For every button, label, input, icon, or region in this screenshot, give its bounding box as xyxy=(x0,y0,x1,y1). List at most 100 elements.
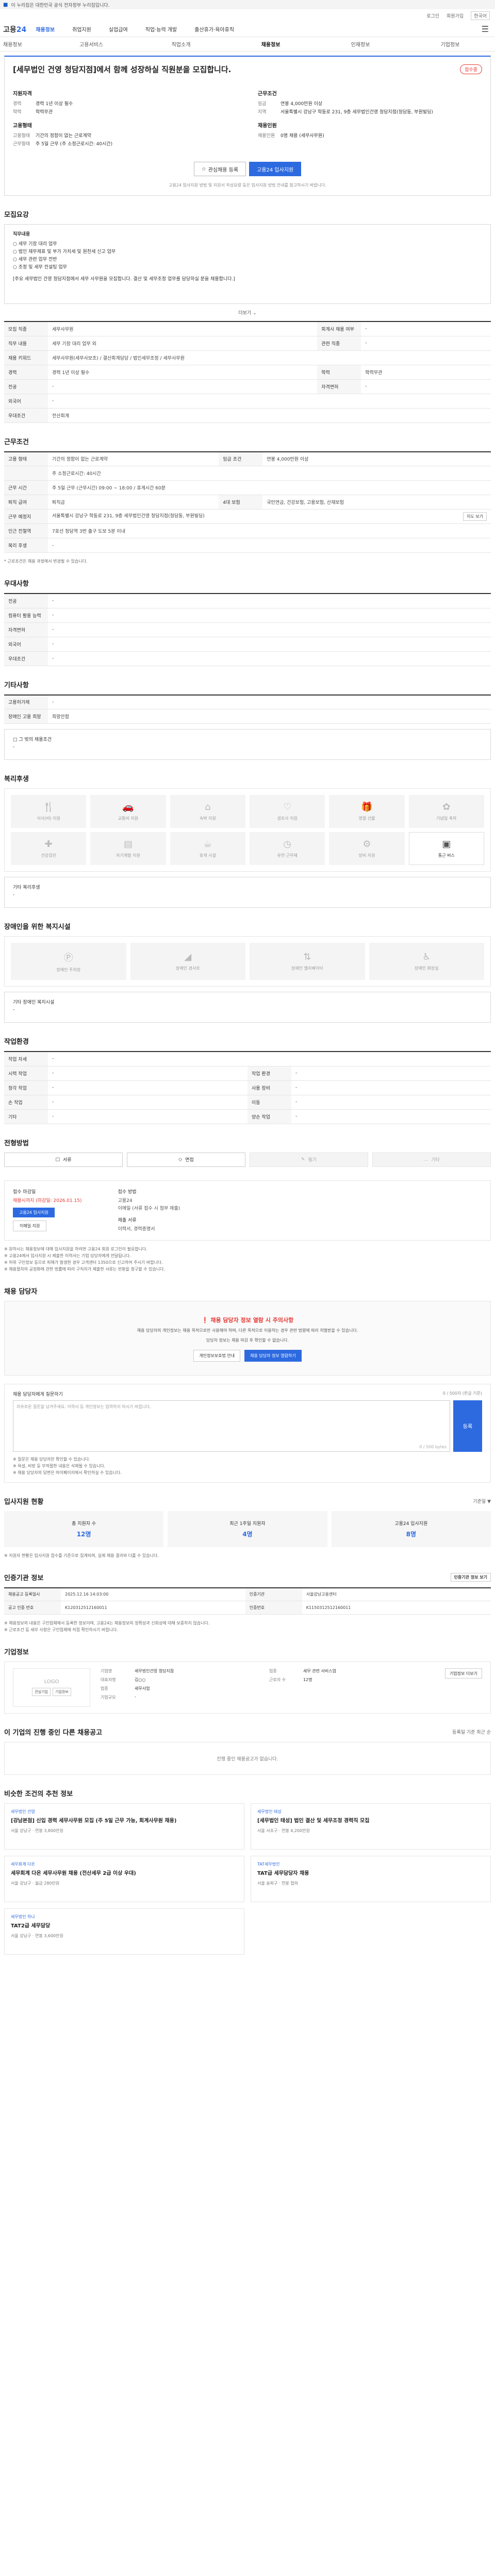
table-row: 전공 - 자격면허 - xyxy=(4,379,491,394)
nav-item-leave[interactable]: 출산휴가·육아휴직 xyxy=(194,25,234,33)
contact-text: 담당자 정보는 채용 마감 후 확인할 수 없습니다. xyxy=(206,1337,289,1343)
table-key: 시력 작업 xyxy=(4,1066,48,1081)
join-link[interactable]: 회원가입 xyxy=(447,12,464,19)
sub-nav-jobs[interactable]: 채용정보 xyxy=(226,40,316,48)
sub-nav-home[interactable]: 채용정보 xyxy=(0,40,46,48)
contact-warning: ❗ 채용 담당자 정보 열람 시 주의사항 xyxy=(13,1316,482,1324)
table-value: 국민연금, 건강보험, 고용보험, 산재보험 xyxy=(262,495,491,510)
stats-title: 입사지원 현황 xyxy=(4,1498,44,1506)
utility-bar: 로그인 회원가입 한국어 xyxy=(0,9,495,22)
language-select[interactable]: 한국어 xyxy=(471,11,490,20)
deadline-value: 채용시까지 (마감일: 2026.01.15) xyxy=(13,1198,82,1204)
table-value: - xyxy=(48,651,491,666)
table-row: 경력 경력 1년 이상 필수 학력 학력무관 xyxy=(4,365,491,380)
table-key: 우대조건 xyxy=(4,651,48,666)
inquiry-submit-button[interactable]: 등록 xyxy=(453,1400,482,1452)
bookmark-button[interactable]: ☆ 관심채용 등록 xyxy=(193,162,246,176)
job-card[interactable]: TAT세무법인 TAT급 세무담당자 채용 서울 송파구 · 연봉 협의 xyxy=(251,1856,491,1902)
job-card[interactable]: 세무회계 다온 세무회계 다온 세무사무원 채용 (전산세무 2급 이상 우대) 서… xyxy=(4,1856,244,1902)
apply-button[interactable]: 고용24 입사지원 xyxy=(249,162,302,176)
table-value: - xyxy=(48,1066,248,1081)
contact-box: ❗ 채용 담당자 정보 열람 시 주의사항 채용 담당자의 개인정보는 채용 목… xyxy=(4,1300,491,1376)
welfare-item: ✿ 기념일 축하 xyxy=(408,795,484,828)
table-row: 자격면허 - xyxy=(4,622,491,637)
summary-heading: 채용인원 xyxy=(258,123,277,129)
header: 고용24 채용정보 취업지원 실업급여 직업·능력 개발 출산휴가·육아휴직 ☰ xyxy=(0,22,495,37)
table-key: 회계사 채용 여부 xyxy=(317,321,361,336)
cert-info-button[interactable]: 인증기관 정보 보기 xyxy=(450,1572,491,1582)
table-key: 근무 예정지 xyxy=(4,509,48,524)
table-row: 시력 작업 - 작업 환경 - xyxy=(4,1066,491,1081)
table-key: 직무 내용 xyxy=(4,336,48,351)
table-row: 작업 자세 - xyxy=(4,1052,491,1066)
job-card-company: TAT세무법인 xyxy=(257,1862,280,1867)
table-row: 채용공고 등록일시 2025.12.16 14:03:00 인증기관 서울강남고용센터 xyxy=(4,1587,491,1601)
method-value: 고용24 xyxy=(118,1198,133,1204)
inquiry-counter: 0 / 500 bytes xyxy=(419,1444,447,1449)
job-card[interactable]: 세무법인 하나 TAT2급 세무담당 서울 강남구 · 연봉 3,600만원 xyxy=(4,1908,244,1955)
favorite-company-button[interactable]: 관심기업 xyxy=(32,1688,51,1696)
job-card[interactable]: 세무법인 건영 [강남본점] 신입 경력 세무사무원 모집 (주 5일 근무 가능… xyxy=(4,1803,244,1850)
table-value: 세무 기장 대리 업무 외 xyxy=(48,336,318,351)
job-card-company: 세무회계 다온 xyxy=(11,1862,35,1867)
table-row: 컴퓨터 활용 능력 - xyxy=(4,608,491,623)
stats-filter[interactable]: 기준일 ▼ xyxy=(473,1498,491,1504)
nav-item-support[interactable]: 취업지원 xyxy=(72,25,91,33)
duty-line-text: 세무 관련 업무 전반 xyxy=(18,257,57,262)
table-value: 경력 1년 이상 필수 xyxy=(48,365,318,380)
summary-heading: 지원자격 xyxy=(13,91,32,97)
section-title-similar: 비슷한 조건의 추천 정보 xyxy=(4,1790,73,1798)
view-contact-button[interactable]: 채용 담당자 정보 열람하기 xyxy=(244,1349,302,1362)
section-title-stats: 입사지원 현황 기준일 ▼ xyxy=(4,1496,491,1506)
inquiry-textarea[interactable]: 자유로운 질문을 남겨주세요. 이력서 등 개인정보는 입력하지 마시기 바랍니… xyxy=(13,1400,450,1452)
apply-note-line: ※ 허위 구인정보 등으로 피해가 발생한 경우 고객센터 1350으로 신고하… xyxy=(4,1260,163,1265)
stats-note: ※ 지원자 현황은 입사지원 접수를 기준으로 집계되며, 실제 채용 결과와 … xyxy=(4,1553,159,1558)
table-key: 공고 인증 번호 xyxy=(4,1601,61,1615)
process-step: ✎ 필기 xyxy=(250,1152,368,1167)
company-more-button[interactable]: 기업정보 더보기 xyxy=(444,1668,482,1679)
welfare-item: 🎁 명절 선물 xyxy=(329,795,405,828)
more-button[interactable]: 더보기 ⌄ xyxy=(4,309,491,316)
step-icon: ◇ xyxy=(178,1157,183,1162)
job-card-meta: 서울 강남구 · 월급 280만원 xyxy=(11,1881,60,1886)
job-card-title: TAT2급 세무담당 xyxy=(11,1923,51,1929)
sub-nav-service[interactable]: 고용서비스 xyxy=(46,40,136,48)
process-label: 필기 xyxy=(308,1158,317,1163)
welfare-item: ✚ 건강검진 xyxy=(11,832,87,865)
gift-icon: 🎁 xyxy=(361,802,373,812)
other-conditions-title: 그 밖의 채용조건 xyxy=(19,737,52,742)
job-card-meta: 서울 송파구 · 연봉 협의 xyxy=(257,1881,298,1886)
table-key: 모집 직종 xyxy=(4,321,48,336)
section-title-welfare: 복리후생 xyxy=(4,775,29,783)
table-key: 양손 작업 xyxy=(248,1109,291,1124)
table-value: 퇴직금 xyxy=(48,495,219,510)
sub-nav-talent[interactable]: 인재정보 xyxy=(316,40,405,48)
inquiry-note: ※ 채용 담당자의 답변은 마이페이지에서 확인하실 수 있습니다. xyxy=(13,1470,122,1475)
health-icon: ✚ xyxy=(44,839,53,850)
company-key: 업종 xyxy=(101,1686,108,1691)
apply-go-button[interactable]: 고용24 입사지원 xyxy=(13,1207,55,1217)
nav-item-unemployment[interactable]: 실업급여 xyxy=(109,25,128,33)
conditions-note: * 근로조건은 채용 과정에서 변경될 수 있습니다. xyxy=(4,559,88,564)
logo[interactable]: 고용24 xyxy=(3,24,26,35)
login-link[interactable]: 로그인 xyxy=(426,12,439,19)
job-card[interactable]: 세무법인 태성 [세무법인 태성] 법인 결산 및 세무조정 경력직 모집 서울 서… xyxy=(251,1803,491,1850)
table-value: - xyxy=(48,622,491,637)
privacy-law-button[interactable]: 개인정보보호법 안내 xyxy=(193,1349,241,1362)
duty-line: ○ 법인 재무제표 및 부가 가치세 및 원천세 신고 업무 xyxy=(13,249,116,255)
summary-value: 주 5일 근무 (주 소정근로시간: 40시간) xyxy=(36,142,113,147)
sub-nav-company[interactable]: 기업정보 xyxy=(405,40,495,48)
table-key: 외국어 xyxy=(4,394,48,409)
map-button[interactable]: 지도 보기 xyxy=(463,512,487,521)
stat-label: 최근 1주일 지원자 xyxy=(229,1521,266,1527)
job-summary: [세무법인 건영 청담지점]에서 함께 성장하실 직원분을 모집합니다. 접수중… xyxy=(4,56,491,196)
company-info-button[interactable]: 기업정보 xyxy=(53,1688,71,1696)
email-apply-button[interactable]: 이메일 지원 xyxy=(13,1220,47,1231)
menu-icon[interactable]: ☰ xyxy=(482,24,489,34)
welfare-item: ♡ 경조사 지원 xyxy=(249,795,325,828)
sub-nav-agency[interactable]: 직업소개 xyxy=(136,40,226,48)
nav-item-training[interactable]: 직업·능력 개발 xyxy=(145,25,177,33)
nav-item-jobs[interactable]: 채용정보 xyxy=(36,25,55,33)
welfare-label: 숙박 지원 xyxy=(199,816,216,821)
other-jobs-empty: 진행 중인 채용공고가 없습니다. xyxy=(4,1742,491,1775)
